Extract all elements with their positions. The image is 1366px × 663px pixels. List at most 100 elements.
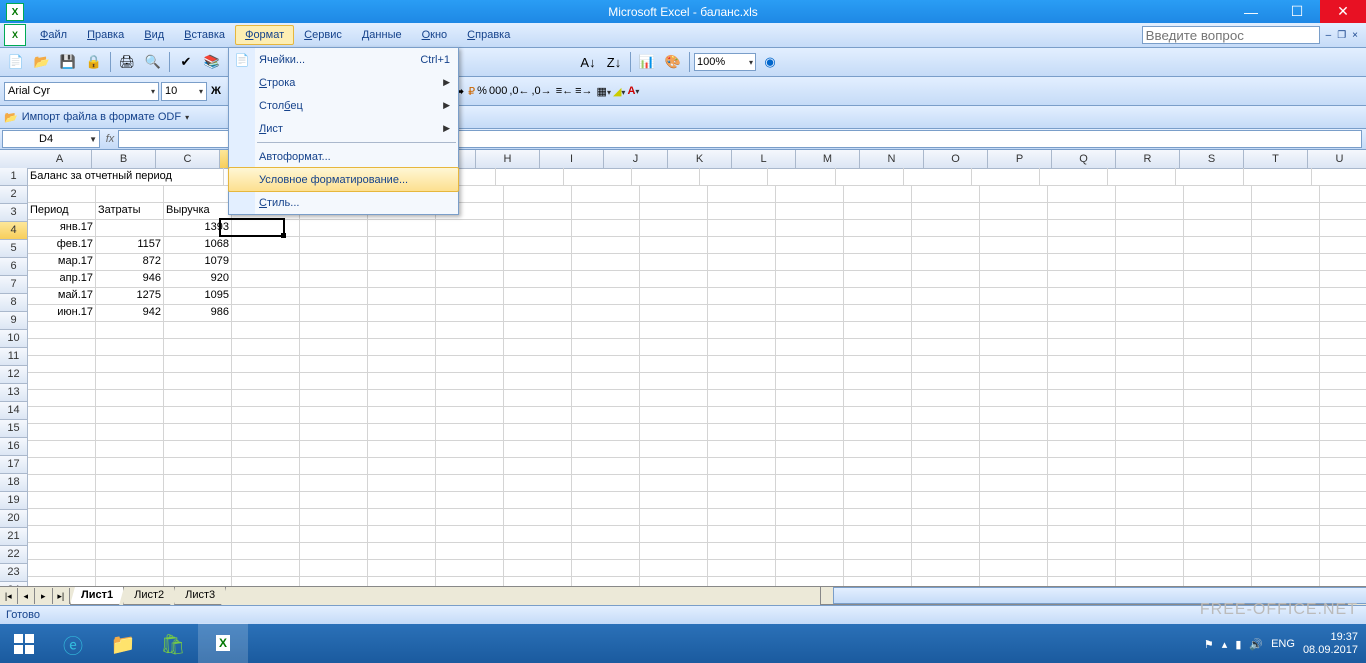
cell-E13[interactable] (300, 372, 368, 390)
cell-E12[interactable] (300, 355, 368, 373)
menu-правка[interactable]: Правка (77, 25, 134, 45)
cell-G21[interactable] (436, 508, 504, 526)
cell-C8[interactable]: 1095 (164, 287, 232, 305)
inc-indent-icon[interactable]: ≡→ (575, 85, 592, 97)
cell-C11[interactable] (164, 338, 232, 356)
bold-icon[interactable]: Ж (211, 85, 221, 97)
cell-C10[interactable] (164, 321, 232, 339)
cell-R9[interactable] (1184, 304, 1252, 322)
cell-L4[interactable] (776, 219, 844, 237)
cell-J12[interactable] (640, 355, 708, 373)
menu-формат[interactable]: Формат (235, 25, 294, 45)
cell-A9[interactable]: июн.17 (28, 304, 96, 322)
menu-окно[interactable]: Окно (412, 25, 458, 45)
cell-L2[interactable] (776, 185, 844, 203)
taskbar-ie-icon[interactable]: ⓔ (48, 624, 98, 663)
cell-J23[interactable] (640, 542, 708, 560)
cell-S23[interactable] (1252, 542, 1320, 560)
help-search-input[interactable] (1142, 26, 1320, 44)
cell-I7[interactable] (572, 270, 640, 288)
cell-P9[interactable] (1048, 304, 1116, 322)
cell-D9[interactable] (232, 304, 300, 322)
cell-N6[interactable] (912, 253, 980, 271)
cell-E9[interactable] (300, 304, 368, 322)
cell-K22[interactable] (708, 525, 776, 543)
percent-icon[interactable]: % (477, 85, 487, 97)
cell-E20[interactable] (300, 491, 368, 509)
cell-A5[interactable]: фев.17 (28, 236, 96, 254)
cell-I8[interactable] (572, 287, 640, 305)
cell-P4[interactable] (1048, 219, 1116, 237)
col-header-R[interactable]: R (1116, 150, 1180, 169)
cell-H18[interactable] (504, 457, 572, 475)
start-button[interactable] (0, 624, 48, 663)
cell-T13[interactable] (1320, 372, 1366, 390)
cell-P11[interactable] (1048, 338, 1116, 356)
cell-P22[interactable] (1048, 525, 1116, 543)
cell-E17[interactable] (300, 440, 368, 458)
cell-Q18[interactable] (1116, 457, 1184, 475)
cell-D16[interactable] (232, 423, 300, 441)
cell-O11[interactable] (980, 338, 1048, 356)
cell-L22[interactable] (776, 525, 844, 543)
cell-L13[interactable] (776, 372, 844, 390)
cell-P8[interactable] (1048, 287, 1116, 305)
cell-G5[interactable] (436, 236, 504, 254)
cell-C13[interactable] (164, 372, 232, 390)
cell-G23[interactable] (436, 542, 504, 560)
cell-L10[interactable] (776, 321, 844, 339)
cell-R23[interactable] (1184, 542, 1252, 560)
cell-H7[interactable] (504, 270, 572, 288)
cell-T18[interactable] (1320, 457, 1366, 475)
select-all-corner[interactable] (0, 150, 29, 169)
cell-C6[interactable]: 1079 (164, 253, 232, 271)
cell-F10[interactable] (368, 321, 436, 339)
cell-I20[interactable] (572, 491, 640, 509)
cell-C7[interactable]: 920 (164, 270, 232, 288)
cell-K13[interactable] (708, 372, 776, 390)
cell-H5[interactable] (504, 236, 572, 254)
cell-S15[interactable] (1252, 406, 1320, 424)
cell-D24[interactable] (232, 559, 300, 577)
drawing-icon[interactable]: 🎨 (661, 50, 685, 74)
col-header-I[interactable]: I (540, 150, 604, 169)
cell-J3[interactable] (640, 202, 708, 220)
cell-M3[interactable] (844, 202, 912, 220)
cell-M2[interactable] (844, 185, 912, 203)
cell-S1[interactable] (1244, 168, 1312, 186)
cell-P25[interactable] (1048, 576, 1116, 586)
cell-M11[interactable] (844, 338, 912, 356)
cell-B7[interactable]: 946 (96, 270, 164, 288)
mdi-minimize[interactable]: – (1326, 30, 1332, 41)
cell-B15[interactable] (96, 406, 164, 424)
col-header-L[interactable]: L (732, 150, 796, 169)
cell-L6[interactable] (776, 253, 844, 271)
font-color-icon[interactable]: A▾ (627, 85, 639, 97)
cell-A24[interactable] (28, 559, 96, 577)
cell-I10[interactable] (572, 321, 640, 339)
row-header-18[interactable]: 18 (0, 474, 28, 492)
cell-R12[interactable] (1184, 355, 1252, 373)
cell-R21[interactable] (1184, 508, 1252, 526)
cell-I4[interactable] (572, 219, 640, 237)
new-icon[interactable]: 📄 (4, 50, 28, 74)
cell-M21[interactable] (844, 508, 912, 526)
cell-D4[interactable] (232, 219, 300, 237)
cell-Q22[interactable] (1116, 525, 1184, 543)
cell-B17[interactable] (96, 440, 164, 458)
cell-Q16[interactable] (1116, 423, 1184, 441)
cell-D12[interactable] (232, 355, 300, 373)
cell-K12[interactable] (708, 355, 776, 373)
sheet-tab-Лист2[interactable]: Лист2 (123, 587, 175, 605)
zoom-select[interactable]: 100%▾ (694, 53, 756, 71)
menu-вид[interactable]: Вид (134, 25, 174, 45)
cell-S18[interactable] (1252, 457, 1320, 475)
cell-R7[interactable] (1184, 270, 1252, 288)
cell-N21[interactable] (912, 508, 980, 526)
cell-F16[interactable] (368, 423, 436, 441)
cell-T8[interactable] (1320, 287, 1366, 305)
cell-L1[interactable] (768, 168, 836, 186)
cell-K8[interactable] (708, 287, 776, 305)
row-header-21[interactable]: 21 (0, 528, 28, 546)
row-header-17[interactable]: 17 (0, 456, 28, 474)
